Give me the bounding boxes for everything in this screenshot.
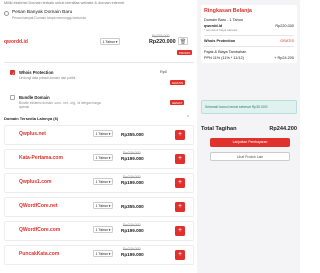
suggestion-row: Kata-Pertama.com 1 Tahun ▾ Rp239.000 Rp199.0… <box>4 149 194 169</box>
continue-payment-button[interactable]: Lanjutkan Pembayaran <box>210 138 290 147</box>
chevron-down-icon: ▾ <box>108 180 111 184</box>
summary-domain-label: Domain Baru - 1 Tahun <box>204 18 243 22</box>
suggestion-old-price: Rp239.000 <box>123 175 141 179</box>
chevron-down-icon: ▾ <box>108 204 111 208</box>
suggestion-price: Rp199.000 <box>121 252 144 257</box>
addon-price: Rp0 <box>160 70 167 74</box>
trash-icon[interactable]: 🗑 <box>178 37 188 45</box>
chevron-down-icon: ▾ <box>108 156 111 160</box>
add-to-cart-button[interactable]: + <box>175 202 185 212</box>
bulk-order-sub: Pesan banyak Domain tanpa menunggu tertu… <box>12 16 86 20</box>
suggestion-price: Rp199.000 <box>121 156 144 161</box>
summary-panel: Ringkasan Belanja Domain Baru - 1 Tahun … <box>197 0 300 273</box>
summary-card: Ringkasan Belanja Domain Baru - 1 Tahun … <box>201 5 297 63</box>
chevron-up-icon[interactable]: ⌃ <box>186 115 190 121</box>
selected-domain-card: qwordd.id 1 Tahun ▾ Rp255.000 Rp220.000 … <box>4 30 194 63</box>
suggestion-period-value: 1 Tahun <box>95 132 109 136</box>
suggestion-old-price: Rp239.000 <box>123 223 141 227</box>
domain-price: Rp220.000 <box>149 39 176 45</box>
summary-domain-sub: * termasuk biaya aktivasi <box>204 28 238 32</box>
suggestion-name: PuncakKata.com <box>19 251 60 257</box>
bulk-order-radio[interactable] <box>4 11 9 16</box>
suggestion-period-value: 1 Tahun <box>95 156 109 160</box>
summary-domain-price: Rp220.000 <box>275 24 294 28</box>
divider <box>204 35 294 36</box>
suggestion-name: Qwplus1.com <box>19 179 52 185</box>
chevron-down-icon: ▾ <box>108 252 111 256</box>
suggestion-row: Qwplus.net 1 Tahun ▾ Rp355.000 + <box>4 125 194 145</box>
domain-name: qwordd.id <box>4 39 28 45</box>
suggestion-period-select[interactable]: 1 Tahun ▾ <box>93 226 113 233</box>
addon-badge: HEMAT <box>170 100 185 106</box>
bulk-order-option[interactable]: Pesan Banyak Domain Baru Pesan banyak Do… <box>4 10 86 20</box>
suggestion-row: QWordfCore.net 1 Tahun ▾ Rp355.000 + <box>4 197 194 217</box>
summary-tax-label: Pajak & Biaya Tambahan <box>204 50 247 54</box>
suggestion-old-price: Rp239.000 <box>123 151 141 155</box>
domain-period-select[interactable]: 1 Tahun ▾ <box>100 38 120 45</box>
suggestion-price: Rp355.000 <box>121 204 144 209</box>
add-to-cart-button[interactable]: + <box>175 130 185 140</box>
summary-ppn-label: PPN 11% (11% * 11/12) <box>204 56 244 60</box>
add-to-cart-button[interactable]: + <box>175 226 185 236</box>
bundle-checkbox[interactable] <box>10 95 15 100</box>
add-to-cart-button[interactable]: + <box>175 250 185 260</box>
header-note: Miliki ekstensi Domain terbaik untuk ide… <box>4 1 125 5</box>
add-to-cart-button[interactable]: + <box>175 154 185 164</box>
suggestion-price: Rp355.000 <box>121 132 144 137</box>
whois-checkbox[interactable] <box>10 70 15 76</box>
suggestion-period-select[interactable]: 1 Tahun ▾ <box>93 178 113 185</box>
total-row: Total Tagihan Rp244.200 <box>201 126 297 132</box>
suggestion-period-value: 1 Tahun <box>95 180 109 184</box>
addon-title: Whois Protection <box>19 70 54 75</box>
add-to-cart-button[interactable]: + <box>175 178 185 188</box>
suggestion-row: PuncakKata.com 1 Tahun ▾ Rp239.000 Rp199.000… <box>4 245 194 265</box>
suggestion-period-value: 1 Tahun <box>95 228 109 232</box>
suggestion-name: Kata-Pertama.com <box>19 155 63 161</box>
suggestion-name: Qwplus.net <box>19 131 46 137</box>
addon-bundle[interactable]: Bundle Domain Bundle ekstensi domain .co… <box>10 95 194 115</box>
view-other-products-button[interactable]: Lihat Produk Lain <box>210 152 290 161</box>
addon-whois[interactable]: Whois Protection Lindungi data pribadi d… <box>10 70 194 90</box>
chevron-down-icon: ▾ <box>108 132 111 136</box>
total-value: Rp244.200 <box>269 126 297 132</box>
total-label: Total Tagihan <box>201 126 237 132</box>
suggestion-name: QWordfCore.com <box>19 227 61 233</box>
addon-desc: Lindungi data pribadi domain dari publik <box>19 76 76 80</box>
promo-badge: PROMO <box>177 50 193 56</box>
suggestion-row: Qwplus1.com 1 Tahun ▾ Rp239.000 Rp199.000 + <box>4 173 194 193</box>
suggestion-period-select[interactable]: 1 Tahun ▾ <box>93 250 113 257</box>
summary-ppn-price: + Rp24.200 <box>274 56 294 60</box>
domain-period-value: 1 Tahun <box>102 40 116 44</box>
addon-badge: GRATIS <box>170 80 185 86</box>
suggestion-period-select[interactable]: 1 Tahun ▾ <box>93 202 113 209</box>
summary-title: Ringkasan Belanja <box>204 8 252 14</box>
summary-whois-price: GRATIS <box>280 39 294 43</box>
suggestion-price: Rp199.000 <box>121 180 144 185</box>
addon-desc: Bundle ekstensi domain .com, .net, .org,… <box>19 101 101 109</box>
suggestion-old-price: Rp239.000 <box>123 247 141 251</box>
suggestions-title: Domain Tersedia Lainnya (6) <box>4 116 59 121</box>
suggestion-name: QWordfCore.net <box>19 203 58 209</box>
order-form: Miliki ekstensi Domain terbaik untuk ide… <box>0 0 195 273</box>
addon-title: Bundle Domain <box>19 95 50 100</box>
chevron-down-icon: ▾ <box>108 228 111 232</box>
divider <box>204 46 294 47</box>
suggestion-row: QWordfCore.com 1 Tahun ▾ Rp239.000 Rp199.000… <box>4 221 194 241</box>
summary-whois-label: Whois Protection <box>204 39 236 43</box>
chevron-down-icon: ▾ <box>115 40 118 44</box>
bulk-order-label: Pesan Banyak Domain Baru <box>12 10 73 15</box>
suggestion-period-value: 1 Tahun <box>95 252 109 256</box>
suggestion-period-value: 1 Tahun <box>95 204 109 208</box>
suggestion-price: Rp199.000 <box>121 228 144 233</box>
domain-old-price: Rp255.000 <box>152 34 170 38</box>
suggestion-period-select[interactable]: 1 Tahun ▾ <box>93 154 113 161</box>
promo-savings-banner: Selamat! kamu hemat sebesar Rp35.000! <box>201 100 297 114</box>
suggestion-period-select[interactable]: 1 Tahun ▾ <box>93 130 113 137</box>
